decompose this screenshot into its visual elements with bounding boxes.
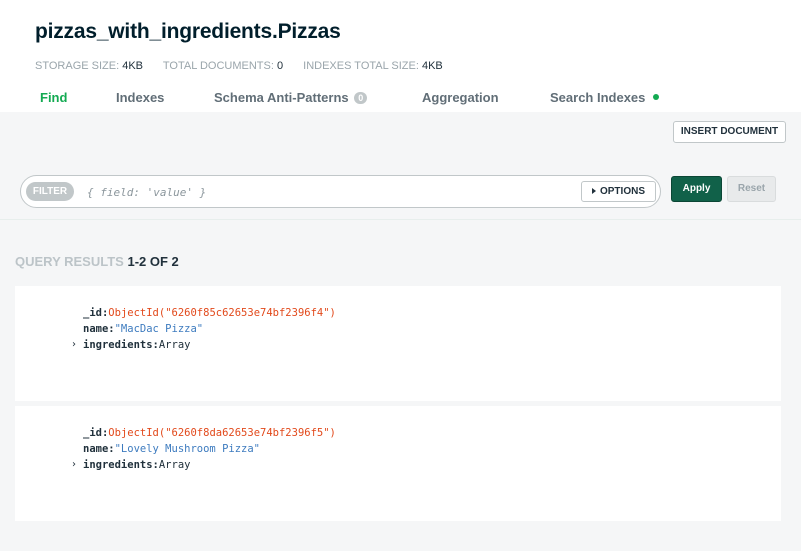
tab-schema-anti-patterns-label: Schema Anti-Patterns [214,90,349,105]
document-card[interactable]: _id:ObjectId("6260f85c62653e74bf2396f4")… [15,286,781,401]
caret-right-icon [591,188,596,194]
document-card[interactable]: _id:ObjectId("6260f8da62653e74bf2396f5")… [15,406,781,521]
total-documents-value: 0 [276,60,284,72]
document-field-name: name:"Lovely Mushroom Pizza" [83,442,260,456]
document-field-ingredients: › ingredients:Array [72,338,191,352]
toolbar-divider [0,219,801,220]
field-value: "MacDac Pizza" [114,323,204,335]
status-dot-icon [653,94,660,100]
indexes-total-size-label: INDEXES TOTAL SIZE: [303,60,419,72]
field-value: Array [158,459,191,471]
field-key: ingredients: [83,339,159,351]
reset-button[interactable]: Reset [727,176,776,202]
tab-search-indexes[interactable]: Search Indexes [550,90,660,105]
options-button[interactable]: OPTIONS [581,181,656,202]
field-value: ObjectId("6260f8da62653e74bf2396f5") [108,427,336,439]
document-field-ingredients: › ingredients:Array [72,458,191,472]
filter-label: FILTER [26,182,74,201]
tab-search-indexes-label: Search Indexes [550,90,646,105]
field-value: "Lovely Mushroom Pizza" [114,443,261,455]
field-key: _id: [83,427,109,439]
field-key: ingredients: [83,459,159,471]
query-results-summary: QUERY RESULTS 1-2 OF 2 [15,254,179,269]
storage-size-value: 4KB [122,60,144,72]
filter-query-input[interactable] [87,182,567,202]
collection-tabs: Find Indexes Schema Anti-Patterns 0 Aggr… [0,88,801,112]
query-results-label: QUERY RESULTS [15,254,124,269]
field-value: Array [158,339,191,351]
filter-bar: FILTER OPTIONS [20,175,661,208]
document-field-id: _id:ObjectId("6260f8da62653e74bf2396f5") [83,426,336,440]
apply-button[interactable]: Apply [671,176,722,202]
field-value: ObjectId("6260f85c62653e74bf2396f4") [108,307,336,319]
field-key: name: [83,323,115,335]
tab-find[interactable]: Find [40,90,67,105]
chevron-right-icon[interactable]: › [72,338,76,352]
document-field-id: _id:ObjectId("6260f85c62653e74bf2396f4") [83,306,336,320]
collection-stats: STORAGE SIZE: 4KB TOTAL DOCUMENTS: 0 IND… [35,60,460,72]
total-documents-label: TOTAL DOCUMENTS: [162,60,274,72]
storage-size-label: STORAGE SIZE: [35,60,120,72]
options-button-label: OPTIONS [599,186,645,197]
document-field-name: name:"MacDac Pizza" [83,322,203,336]
collection-title: pizzas_with_ingredients.Pizzas [35,20,341,43]
insert-document-button[interactable]: INSERT DOCUMENT [673,121,786,143]
field-key: name: [83,443,115,455]
chevron-right-icon[interactable]: › [72,458,76,472]
field-key: _id: [83,307,109,319]
tab-schema-anti-patterns[interactable]: Schema Anti-Patterns 0 [214,90,368,105]
anti-patterns-count-badge: 0 [354,92,368,104]
query-results-count: 1-2 OF 2 [127,254,179,269]
tab-indexes[interactable]: Indexes [116,90,164,105]
indexes-total-size-value: 4KB [421,60,443,72]
tab-aggregation[interactable]: Aggregation [422,90,499,105]
collection-header: pizzas_with_ingredients.Pizzas STORAGE S… [0,0,801,112]
